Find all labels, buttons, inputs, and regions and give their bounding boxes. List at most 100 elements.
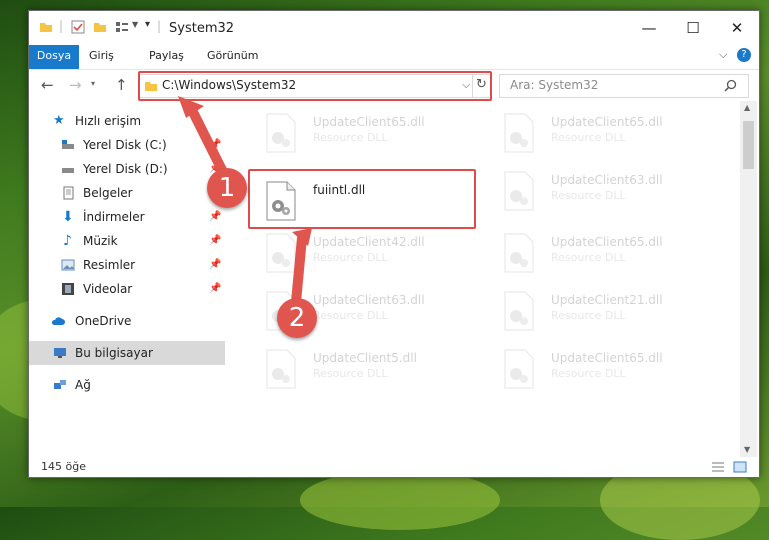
dll-file-icon [504, 113, 534, 153]
sidebar-item-quick-access[interactable]: ★ Hızlı erişim [29, 109, 225, 133]
pin-icon[interactable]: 📌 [209, 253, 221, 277]
new-folder-icon[interactable] [93, 20, 107, 34]
file-highlight [248, 169, 476, 229]
details-view-icon[interactable] [711, 460, 725, 474]
explorer-window: | ▼ ▾ | System32 — ☐ ✕ Dosya Giriş Payla… [28, 10, 760, 478]
tab-home[interactable]: Giriş [89, 45, 114, 67]
view-icon[interactable] [115, 20, 129, 34]
folder-icon [40, 23, 52, 32]
file-name: UpdateClient65.dll [551, 115, 663, 129]
download-icon: ⬇ [62, 209, 74, 225]
step-badge-1: 1 [207, 168, 247, 208]
pin-icon[interactable]: 📌 [209, 229, 221, 253]
pictures-icon [61, 259, 75, 271]
file-description: Resource DLL [313, 309, 388, 322]
file-name: UpdateClient63.dll [313, 293, 425, 307]
sidebar-item-music[interactable]: ♪ Müzik 📌 [29, 229, 225, 253]
file-item[interactable]: UpdateClient65.dll Resource DLL [247, 109, 477, 161]
scrollbar-thumb[interactable] [743, 121, 754, 169]
dll-file-icon [504, 291, 534, 331]
maximize-button[interactable]: ☐ [671, 11, 715, 45]
file-item[interactable]: UpdateClient63.dll Resource DLL [485, 167, 715, 219]
separator: | [59, 19, 64, 33]
file-item[interactable]: UpdateClient5.dll Resource DLL [247, 345, 477, 397]
help-icon[interactable]: ? [737, 48, 751, 62]
sidebar-item-label: İndirmeler [83, 210, 145, 224]
sidebar-item-downloads[interactable]: ⬇ İndirmeler 📌 [29, 205, 225, 229]
sidebar-item-documents[interactable]: Belgeler 📌 [29, 181, 225, 205]
vertical-scrollbar[interactable]: ▲ ▼ [740, 101, 757, 457]
file-description: Resource DLL [313, 131, 388, 144]
dll-file-icon [266, 233, 296, 273]
pin-icon[interactable]: 📌 [209, 133, 221, 157]
sidebar-item-label: Müzik [83, 234, 118, 248]
close-button[interactable]: ✕ [715, 11, 759, 45]
forward-icon[interactable]: → [69, 76, 82, 94]
file-list: UpdateClient65.dll Resource DLL UpdateCl… [229, 101, 739, 457]
dll-file-icon [504, 233, 534, 273]
search-input[interactable]: Ara: System32 [499, 74, 749, 98]
sidebar-item-drive-c[interactable]: Yerel Disk (C:) 📌 [29, 133, 225, 157]
status-bar: 145 öğe [29, 457, 759, 477]
file-name: UpdateClient21.dll [551, 293, 663, 307]
ribbon: Dosya Giriş Paylaş Görünüm ⌵ ? [29, 45, 759, 97]
title-bar: | ▼ ▾ | System32 — ☐ ✕ [29, 11, 759, 45]
qa-dropdown-icon[interactable]: ▼ [132, 20, 138, 29]
file-description: Resource DLL [313, 367, 388, 380]
network-icon [54, 380, 66, 389]
search-icon[interactable] [724, 79, 737, 92]
scroll-up-icon[interactable]: ▲ [744, 103, 750, 112]
sidebar-item-label: OneDrive [75, 314, 132, 328]
file-name: UpdateClient65.dll [313, 115, 425, 129]
sidebar-item-onedrive[interactable]: OneDrive [29, 309, 225, 333]
file-item[interactable]: UpdateClient65.dll Resource DLL [485, 345, 715, 397]
sidebar-item-label: Ağ [75, 378, 91, 392]
item-count: 145 öğe [41, 460, 86, 473]
sidebar-item-label: Belgeler [83, 186, 133, 200]
background-foliage [300, 470, 500, 530]
back-icon[interactable]: ← [41, 76, 54, 94]
sidebar-item-label: Yerel Disk (C:) [83, 138, 167, 152]
up-icon[interactable]: ↑ [115, 76, 128, 94]
scroll-down-icon[interactable]: ▼ [744, 445, 750, 454]
dll-file-icon [266, 349, 296, 389]
tab-view[interactable]: Görünüm [207, 45, 258, 67]
documents-icon [63, 186, 74, 200]
navigation-pane: ★ Hızlı erişim Yerel Disk (C:) 📌 Yerel D… [29, 107, 225, 457]
sidebar-item-pictures[interactable]: Resimler 📌 [29, 253, 225, 277]
file-item[interactable]: UpdateClient21.dll Resource DLL [485, 287, 715, 339]
file-description: Resource DLL [313, 251, 388, 264]
sidebar-item-network[interactable]: Ağ [29, 373, 225, 397]
sidebar-item-videos[interactable]: Videolar 📌 [29, 277, 225, 301]
minimize-button[interactable]: — [627, 11, 671, 45]
tab-share[interactable]: Paylaş [149, 45, 184, 67]
large-icons-view-icon[interactable] [733, 460, 747, 474]
recent-locations-icon[interactable]: ▾ [91, 79, 95, 88]
search-placeholder: Ara: System32 [510, 78, 599, 92]
pin-icon[interactable]: 📌 [209, 205, 221, 229]
file-item[interactable]: UpdateClient65.dll Resource DLL [485, 109, 715, 161]
sidebar-item-this-pc[interactable]: Bu bilgisayar [29, 341, 225, 365]
customize-qa-icon[interactable]: ▾ [145, 19, 150, 30]
step-badge-2: 2 [277, 298, 317, 338]
pin-icon[interactable]: 📌 [209, 277, 221, 301]
sidebar-item-label: Bu bilgisayar [75, 346, 153, 360]
drive-icon [62, 168, 74, 173]
file-description: Resource DLL [551, 189, 626, 202]
computer-icon [54, 348, 66, 358]
sidebar-item-label: Resimler [83, 258, 136, 272]
sidebar-item-drive-d[interactable]: Yerel Disk (D:) 📌 [29, 157, 225, 181]
dll-file-icon [266, 113, 296, 153]
file-item[interactable]: UpdateClient65.dll Resource DLL [485, 229, 715, 281]
window-title: System32 [169, 21, 235, 36]
file-name: UpdateClient5.dll [313, 351, 417, 365]
properties-icon[interactable] [71, 20, 85, 34]
file-item[interactable]: UpdateClient42.dll Resource DLL [247, 229, 477, 281]
sidebar-item-label: Hızlı erişim [75, 114, 142, 128]
expand-ribbon-icon[interactable]: ⌵ [719, 48, 727, 62]
file-name: UpdateClient63.dll [551, 173, 663, 187]
file-name: UpdateClient42.dll [313, 235, 425, 249]
drive-icon [62, 140, 74, 149]
file-description: Resource DLL [551, 367, 626, 380]
file-name: UpdateClient65.dll [551, 351, 663, 365]
